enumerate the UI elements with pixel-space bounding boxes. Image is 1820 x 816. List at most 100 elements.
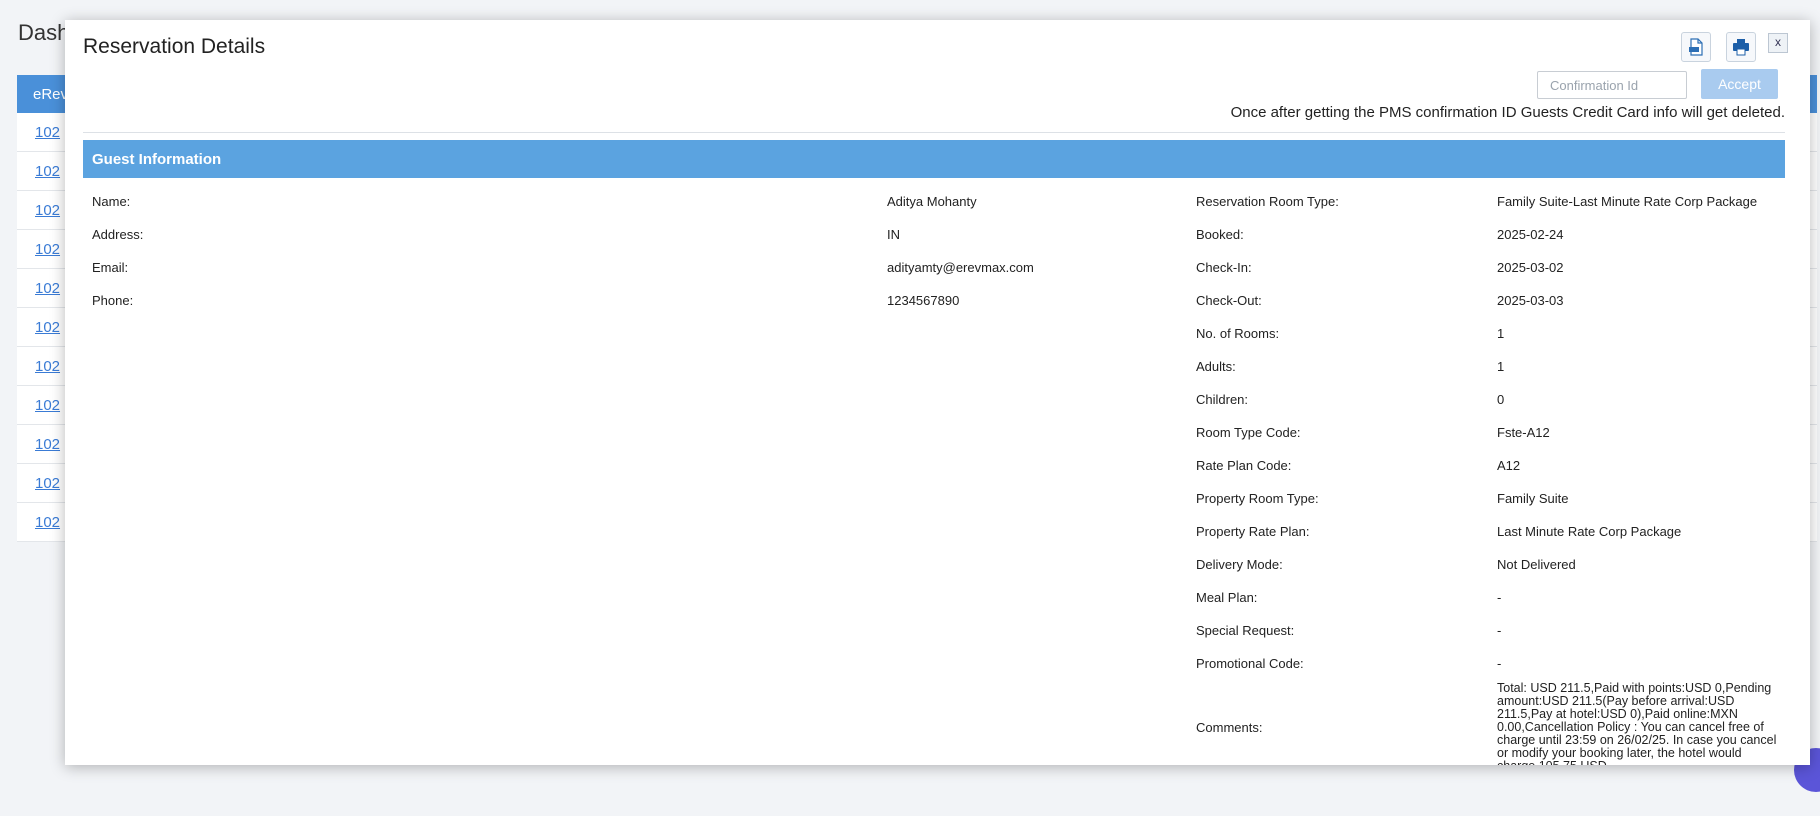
reservation-id-link[interactable]: 102 [35,514,60,531]
guest-field-value-text: 1234567890 [887,293,960,308]
reservation-field-label-text: Booked: [1196,227,1244,242]
reservation-field-value: Family Suite [1497,482,1777,515]
reservation-field-value: 1 [1497,317,1777,350]
reservation-field-value-text: 1 [1497,326,1505,341]
guest-field-label-text: Email: [92,260,129,275]
divider [83,132,1785,133]
reservation-field-label: Check-Out: [1196,284,1486,317]
guest-field-value: Aditya Mohanty [887,185,1187,218]
print-button[interactable] [1726,32,1756,62]
reservation-field-label-text: Promotional Code: [1196,656,1304,671]
guest-field-value-text: Aditya Mohanty [887,194,977,209]
reservation-field-value-text: Family Suite-Last Minute Rate Corp Packa… [1497,194,1758,209]
reservation-field-value-text: 2025-03-02 [1497,260,1564,275]
reservation-id-link[interactable]: 102 [35,358,60,375]
reservation-field-label-text: Property Rate Plan: [1196,524,1310,539]
reservation-field-label-text: Reservation Room Type: [1196,194,1339,209]
reservation-id-link[interactable]: 102 [35,241,60,258]
reservation-field-label-text: Meal Plan: [1196,590,1258,605]
close-button[interactable]: x [1768,33,1788,53]
reservation-field-label-text: Property Room Type: [1196,491,1319,506]
reservation-id-link[interactable]: 102 [35,124,60,141]
reservation-field-label: Comments: [1196,680,1486,765]
guest-field-value: IN [887,218,1187,251]
credit-card-notice: Once after getting the PMS confirmation … [1230,104,1785,121]
reservation-field-label: Check-In: [1196,251,1486,284]
reservation-details-modal: Reservation Details x Accept Once after … [65,20,1810,765]
reservation-field-label-text: Comments: [1196,720,1263,735]
reservation-field-label-text: No. of Rooms: [1196,326,1280,341]
reservation-field-value: - [1497,647,1777,680]
reservation-field-value-text: Family Suite [1497,491,1569,506]
guest-field-label: Email: [92,251,872,284]
guest-field-value-text: IN [887,227,900,242]
reservation-field-value-text: Not Delivered [1497,557,1576,572]
print-icon [1733,39,1749,56]
reservation-field-label: Rate Plan Code: [1196,449,1486,482]
reservation-id-link[interactable]: 102 [35,475,60,492]
reservation-field-value: 2025-02-24 [1497,218,1777,251]
reservation-id-link[interactable]: 102 [35,319,60,336]
reservation-field-value-text: 2025-02-24 [1497,227,1564,242]
reservation-field-label-text: Check-Out: [1196,293,1262,308]
reservation-field-value-text: Last Minute Rate Corp Package [1497,524,1682,539]
reservation-field-value: 2025-03-03 [1497,284,1777,317]
reservation-labels-column: Reservation Room Type: Booked: Check-In: Ch… [1196,185,1486,765]
reservation-id-link[interactable]: 102 [35,280,60,297]
reservation-field-label-text: Room Type Code: [1196,425,1301,440]
reservation-field-label-text: Special Request: [1196,623,1295,638]
reservation-field-label: Promotional Code: [1196,647,1486,680]
pdf-icon [1689,38,1703,56]
reservation-field-value: 1 [1497,350,1777,383]
reservation-field-label: Special Request: [1196,614,1486,647]
reservation-field-label: Property Rate Plan: [1196,515,1486,548]
reservation-id-link[interactable]: 102 [35,202,60,219]
guest-field-label: Address: [92,218,872,251]
reservation-field-label-text: Children: [1196,392,1249,407]
guest-field-label: Phone: [92,284,872,317]
guest-field-label-text: Name: [92,194,131,209]
confirmation-id-input[interactable] [1537,71,1687,99]
reservation-field-label: Adults: [1196,350,1486,383]
guest-field-label-text: Phone: [92,293,134,308]
pdf-button[interactable] [1681,32,1711,62]
reservation-field-label-text: Delivery Mode: [1196,557,1283,572]
reservation-field-value-text: Total: USD 211.5,Paid with points:USD 0,… [1497,681,1777,766]
reservation-field-label: Children: [1196,383,1486,416]
guest-field-label-text: Address: [92,227,144,242]
reservation-field-label: No. of Rooms: [1196,317,1486,350]
reservation-field-label-text: Rate Plan Code: [1196,458,1292,473]
reservation-field-value: - [1497,581,1777,614]
reservation-id-link[interactable]: 102 [35,163,60,180]
reservation-id-link[interactable]: 102 [35,397,60,414]
reservation-field-value-text: 1 [1497,359,1505,374]
reservation-field-value: Total: USD 211.5,Paid with points:USD 0,… [1497,680,1777,766]
reservation-field-value-text: A12 [1497,458,1521,473]
reservation-field-value: Family Suite-Last Minute Rate Corp Packa… [1497,185,1777,218]
reservation-field-value: - [1497,614,1777,647]
reservation-field-value: Fste-A12 [1497,416,1777,449]
dashboard-title: Dash [18,20,70,45]
table-header-left: eRev [33,85,69,103]
modal-title: Reservation Details [83,35,266,58]
reservation-values-column: Family Suite - Last Minute Rate Corp Packa… [1497,185,1777,765]
reservation-field-value: Not Delivered [1497,548,1777,581]
reservation-field-value-text: Fste-A12 [1497,425,1550,440]
reservation-field-label: Reservation Room Type: [1196,185,1486,218]
reservation-field-label-text: Adults: [1196,359,1236,374]
reservation-field-label: Meal Plan: [1196,581,1486,614]
guest-information-header: Guest Information [83,140,1785,178]
reservation-field-value-text: - [1497,623,1502,638]
accept-button[interactable]: Accept [1701,69,1778,99]
guest-values-column: Aditya Mohanty IN adityamty@erevmax.com 123… [887,185,1187,317]
reservation-id-link[interactable]: 102 [35,436,60,453]
reservation-field-label: Property Room Type: [1196,482,1486,515]
guest-field-label: Name: [92,185,872,218]
guest-field-value-text: adityamty@erevmax.com [887,260,1034,275]
reservation-field-value: 2025-03-02 [1497,251,1777,284]
reservation-field-value: A12 [1497,449,1777,482]
close-icon: x [1775,35,1781,49]
reservation-field-value: 0 [1497,383,1777,416]
reservation-field-value-text: 0 [1497,392,1505,407]
reservation-field-value: Last Minute Rate Corp Package [1497,515,1777,548]
